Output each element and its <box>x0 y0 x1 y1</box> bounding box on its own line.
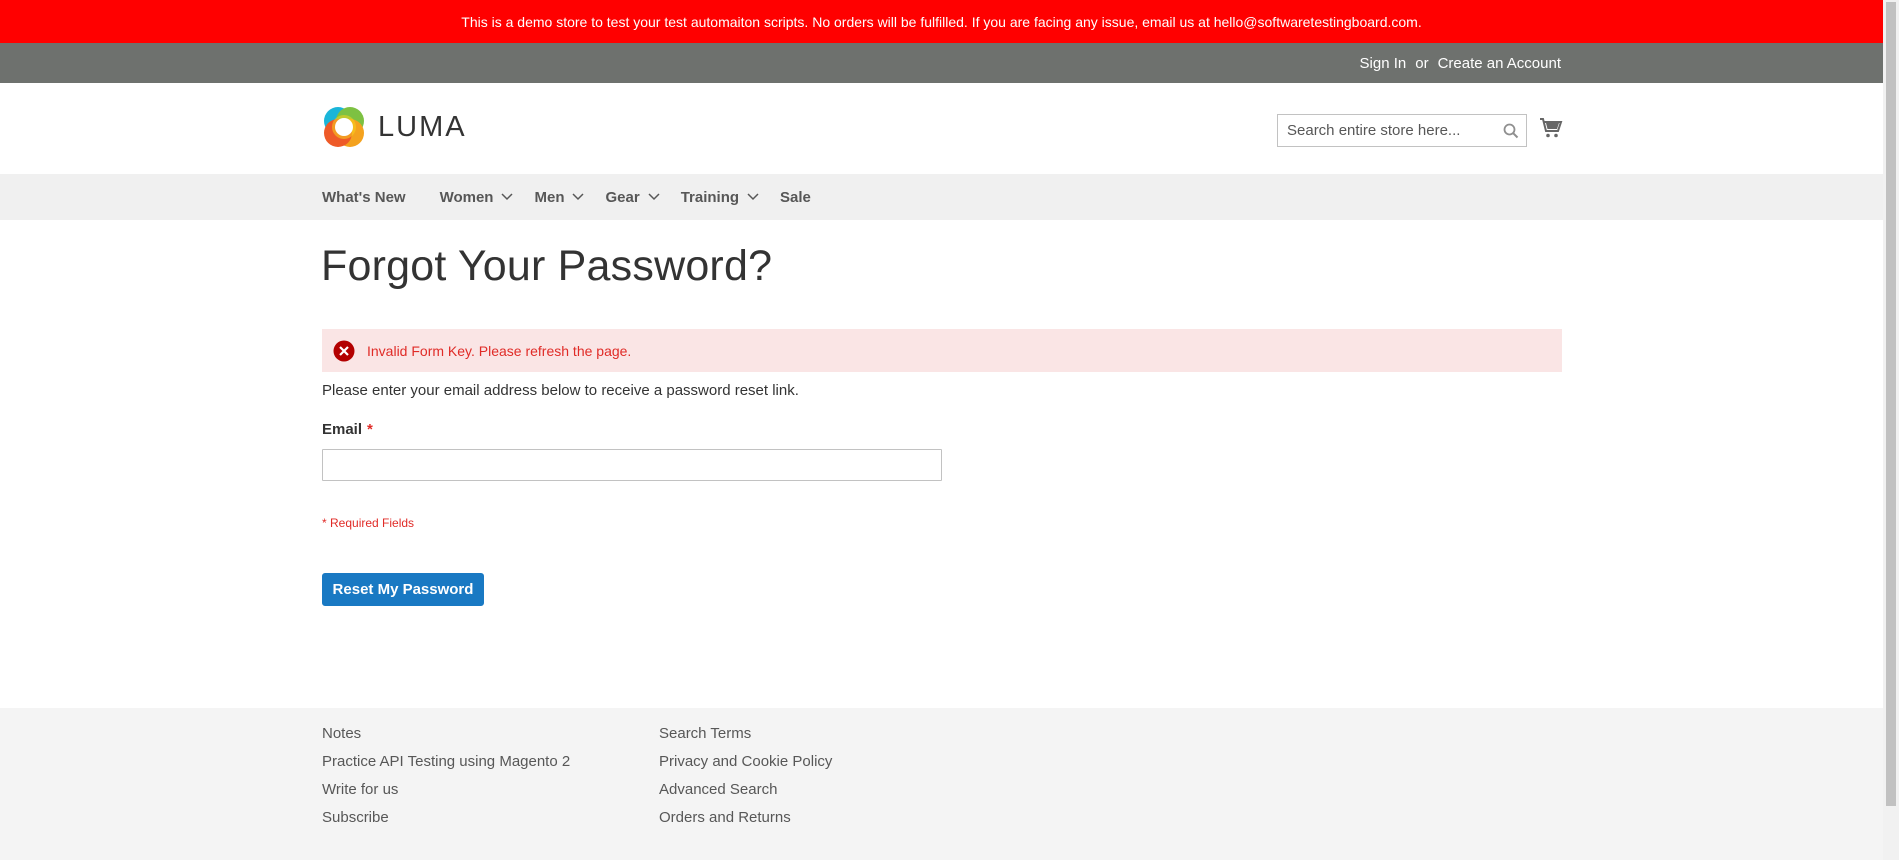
luma-logo[interactable]: LUMA <box>322 105 467 149</box>
footer-link-privacy-policy[interactable]: Privacy and Cookie Policy <box>659 751 832 779</box>
nav-item-sale[interactable]: Sale <box>780 189 811 206</box>
footer-link-notes[interactable]: Notes <box>322 723 570 751</box>
nav-item-label: What's New <box>322 188 406 206</box>
scrollbar-thumb[interactable] <box>1886 2 1896 806</box>
demo-store-banner: This is a demo store to test your test a… <box>0 0 1883 43</box>
demo-banner-text: This is a demo store to test your test a… <box>461 13 1422 30</box>
footer: Notes Practice API Testing using Magento… <box>0 708 1883 860</box>
error-x-icon <box>333 340 355 361</box>
required-fields-note: * Required Fields <box>322 516 415 530</box>
chevron-down-icon <box>572 193 585 201</box>
sign-in-link[interactable]: Sign In <box>1360 55 1407 72</box>
nav-item-men[interactable]: Men <box>534 188 585 206</box>
footer-link-orders-returns[interactable]: Orders and Returns <box>659 807 832 835</box>
reset-password-button[interactable]: Reset My Password <box>322 573 484 606</box>
luma-logo-icon <box>324 107 364 147</box>
nav-item-label: Men <box>534 188 565 206</box>
page: This is a demo store to test your test a… <box>0 0 1883 860</box>
footer-links-col1: Notes Practice API Testing using Magento… <box>322 723 570 835</box>
search-box <box>1277 114 1527 147</box>
main-navigation: What's New Women Men Gear Training Sale <box>0 174 1883 220</box>
footer-link-subscribe[interactable]: Subscribe <box>322 807 570 835</box>
create-account-link[interactable]: Create an Account <box>1438 55 1561 72</box>
search-icon[interactable] <box>1496 115 1526 146</box>
footer-link-api-testing[interactable]: Practice API Testing using Magento 2 <box>322 751 570 779</box>
nav-item-label: Women <box>439 188 494 206</box>
vertical-scrollbar[interactable] <box>1883 0 1899 860</box>
error-message-text: Invalid Form Key. Please refresh the pag… <box>367 342 632 359</box>
email-field[interactable] <box>322 449 942 481</box>
header-top-links: Sign In or Create an Account <box>0 43 1883 83</box>
footer-link-advanced-search[interactable]: Advanced Search <box>659 779 832 807</box>
email-label: Email * <box>322 421 373 438</box>
chevron-down-icon <box>648 193 660 201</box>
footer-link-write-for-us[interactable]: Write for us <box>322 779 570 807</box>
intro-text: Please enter your email address below to… <box>322 382 799 399</box>
nav-item-gear[interactable]: Gear <box>605 188 660 206</box>
nav-item-label: Sale <box>780 188 811 206</box>
footer-link-search-terms[interactable]: Search Terms <box>659 723 832 751</box>
main-content: Forgot Your Password? Invalid Form Key. … <box>0 220 1883 708</box>
or-separator: or <box>1415 54 1429 72</box>
cart-icon[interactable] <box>1539 116 1563 140</box>
nav-item-whats-new[interactable]: What's New <box>322 189 406 206</box>
nav-item-training[interactable]: Training <box>681 189 759 206</box>
footer-links-col2: Search Terms Privacy and Cookie Policy A… <box>659 723 832 835</box>
header-main: LUMA <box>0 83 1883 174</box>
nav-item-women[interactable]: Women <box>440 189 514 206</box>
search-input[interactable] <box>1278 115 1496 146</box>
chevron-down-icon <box>747 193 759 201</box>
nav-item-label: Training <box>680 188 740 206</box>
logo-text: LUMA <box>378 110 467 143</box>
email-label-text: Email <box>322 421 363 438</box>
nav-item-label: Gear <box>605 188 640 206</box>
error-message: Invalid Form Key. Please refresh the pag… <box>322 329 1562 372</box>
required-asterisk: * <box>367 421 373 438</box>
chevron-down-icon <box>501 193 514 201</box>
page-title: Forgot Your Password? <box>321 242 773 290</box>
